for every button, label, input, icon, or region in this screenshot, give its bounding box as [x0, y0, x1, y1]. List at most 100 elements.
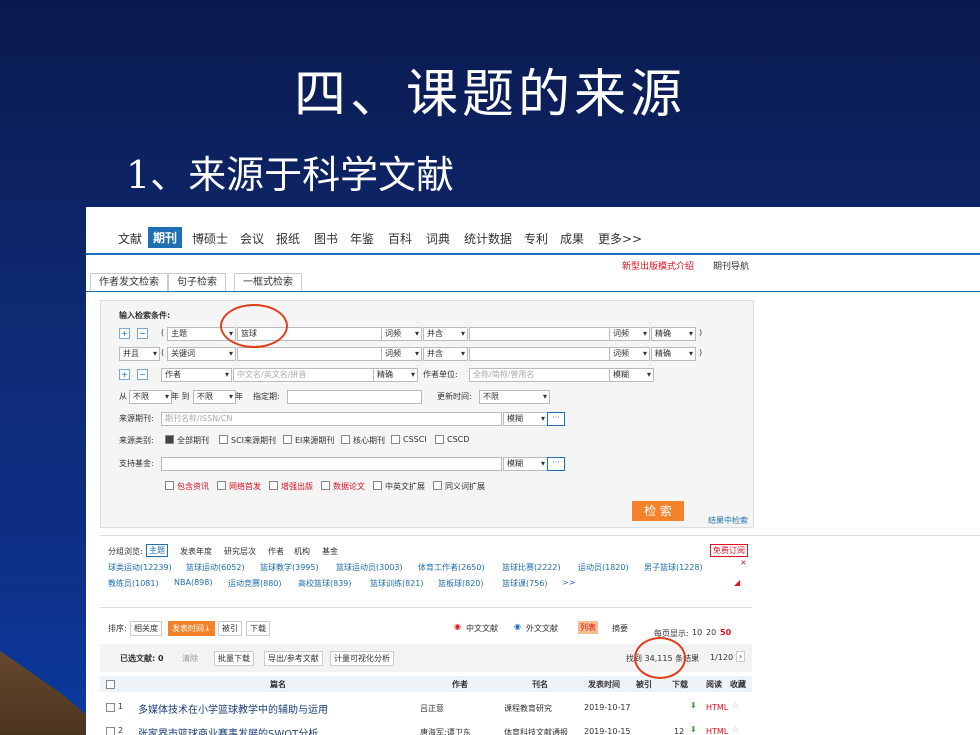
per-page-10[interactable]: 10 — [692, 628, 702, 637]
view-list[interactable]: 列表 — [578, 621, 598, 634]
foreign-docs-link[interactable]: 外文文献 — [526, 623, 558, 634]
author-input[interactable]: 中文名/英文名/拼音 — [233, 368, 374, 382]
close-icon[interactable]: × — [740, 558, 747, 567]
fund-input[interactable] — [161, 457, 502, 471]
checkbox-bilingual[interactable] — [373, 481, 382, 490]
row-title[interactable]: 张家界市篮球商业赛事发展的SWOT分析 — [138, 725, 318, 735]
html-read-icon[interactable]: HTML — [706, 703, 728, 712]
minus-icon[interactable]: − — [137, 369, 148, 380]
search-in-results-link[interactable]: 结果中检索 — [708, 515, 748, 526]
nav-item[interactable]: 专利 — [524, 230, 548, 247]
logic-select-2[interactable]: 并含 — [423, 347, 468, 361]
group-link[interactable]: 篮球教学(3995) — [260, 562, 319, 573]
group-link[interactable]: 篮球运动(6052) — [186, 562, 245, 573]
checkbox-news[interactable] — [165, 481, 174, 490]
source-input[interactable]: 期刊名称/ISSN/CN — [161, 412, 502, 426]
row-journal[interactable]: 体育科技文献通报 — [504, 727, 568, 735]
checkbox-sci[interactable] — [219, 435, 228, 444]
nav-item[interactable]: 成果 — [560, 230, 584, 247]
checkbox-online-first[interactable] — [217, 481, 226, 490]
group-tab[interactable]: 研究层次 — [224, 546, 256, 557]
author-match-select[interactable]: 精确 — [373, 368, 418, 382]
search-input-2[interactable] — [237, 347, 382, 361]
select-all-checkbox[interactable] — [106, 680, 115, 689]
group-link[interactable]: 体育工作者(2650) — [418, 562, 485, 573]
group-more-link[interactable]: >> — [562, 578, 575, 587]
group-link[interactable]: 篮球课(756) — [502, 578, 548, 589]
row-checkbox[interactable] — [106, 727, 115, 735]
match-select-1[interactable]: 精确 — [651, 327, 696, 341]
field-select-2[interactable]: 关键词 — [167, 347, 236, 361]
group-link[interactable]: 教练员(1081) — [108, 578, 159, 589]
fund-match-select[interactable]: 模糊 — [503, 457, 548, 471]
subscribe-button[interactable]: 免费订阅 — [710, 544, 748, 557]
nav-item[interactable]: 报纸 — [276, 230, 300, 247]
freq-select-1b[interactable]: 词频 — [609, 327, 650, 341]
row-checkbox[interactable] — [106, 703, 115, 712]
html-read-icon[interactable]: HTML — [706, 727, 728, 735]
view-abstract[interactable]: 摘要 — [612, 623, 628, 634]
per-page-50[interactable]: 50 — [720, 628, 731, 637]
group-link[interactable]: 运动员(1820) — [578, 562, 629, 573]
nav-item-more[interactable]: 更多>> — [598, 230, 642, 247]
group-link[interactable]: 篮球运动员(3003) — [336, 562, 403, 573]
row-title[interactable]: 多媒体技术在小学篮球教学中的辅助与运用 — [138, 701, 328, 716]
freq-select-1[interactable]: 词频 — [381, 327, 422, 341]
row-author[interactable]: 唐海军;谭卫东 — [420, 727, 471, 735]
source-match-select[interactable]: 模糊 — [503, 412, 548, 426]
nav-item[interactable]: 百科 — [388, 230, 412, 247]
group-link[interactable]: 篮球比赛(2222) — [502, 562, 561, 573]
sort-cited[interactable]: 被引 — [218, 621, 242, 636]
logic-select-1[interactable]: 并含 — [423, 327, 468, 341]
tab-sentence-search[interactable]: 句子检索 — [168, 273, 226, 291]
search-button[interactable]: 检 索 — [632, 501, 684, 521]
nav-item[interactable]: 词典 — [426, 230, 450, 247]
group-link[interactable]: 篮板球(820) — [438, 578, 484, 589]
unit-match-select[interactable]: 模糊 — [609, 368, 654, 382]
nav-item[interactable]: 文献 — [118, 230, 142, 247]
row-author[interactable]: 吕正意 — [420, 703, 444, 714]
nav-item-active[interactable]: 期刊 — [148, 227, 183, 248]
freq-select-2[interactable]: 词频 — [381, 347, 422, 361]
group-tab[interactable]: 作者 — [268, 546, 284, 557]
tab-author-search[interactable]: 作者发文检索 — [90, 273, 168, 291]
nav-item[interactable]: 统计数据 — [464, 230, 512, 247]
bulk-download-button[interactable]: 批量下载 — [214, 651, 254, 666]
group-link[interactable]: 男子篮球(1228) — [644, 562, 703, 573]
analyze-button[interactable]: 计量可视化分析 — [330, 651, 394, 666]
group-tab[interactable]: 机构 — [294, 546, 310, 557]
match-select-2[interactable]: 精确 — [651, 347, 696, 361]
more-options-icon[interactable]: ··· — [547, 457, 565, 471]
checkbox-cssci[interactable] — [391, 435, 400, 444]
nav-item[interactable]: 博硕士 — [192, 230, 228, 247]
row-journal[interactable]: 课程教育研究 — [504, 703, 552, 714]
nav-item[interactable]: 年鉴 — [350, 230, 374, 247]
chart-icon[interactable]: ◢ — [734, 578, 740, 587]
checkbox-all-journals[interactable] — [165, 435, 174, 444]
minus-icon[interactable]: − — [137, 328, 148, 339]
star-icon[interactable]: ☆ — [732, 701, 739, 710]
chinese-docs-link[interactable]: 中文文献 — [466, 623, 498, 634]
year-to-select[interactable]: 不限 — [193, 390, 236, 404]
plus-icon[interactable]: + — [119, 328, 130, 339]
group-link[interactable]: 高校篮球(839) — [298, 578, 352, 589]
more-options-icon[interactable]: ··· — [547, 412, 565, 426]
checkbox-ei[interactable] — [283, 435, 292, 444]
unit-input[interactable]: 全称/简称/曾用名 — [469, 368, 610, 382]
group-tab[interactable]: 基金 — [322, 546, 338, 557]
sort-date[interactable]: 发表时间↓ — [168, 621, 215, 636]
clear-link[interactable]: 清除 — [182, 653, 198, 664]
update-select[interactable]: 不限 — [479, 390, 550, 404]
next-page-icon[interactable]: › — [736, 651, 746, 662]
plus-icon[interactable]: + — [119, 369, 130, 380]
download-icon[interactable]: ⬇ — [690, 701, 697, 710]
checkbox-core[interactable] — [341, 435, 350, 444]
nav-item[interactable]: 图书 — [314, 230, 338, 247]
checkbox-cscd[interactable] — [435, 435, 444, 444]
search-input-2b[interactable] — [469, 347, 610, 361]
bool-select-2[interactable]: 并且 — [119, 347, 160, 361]
group-link[interactable]: NBA(898) — [174, 578, 212, 587]
group-link[interactable]: 篮球训练(821) — [370, 578, 424, 589]
checkbox-enhanced[interactable] — [269, 481, 278, 490]
download-icon[interactable]: ⬇ — [690, 725, 697, 734]
